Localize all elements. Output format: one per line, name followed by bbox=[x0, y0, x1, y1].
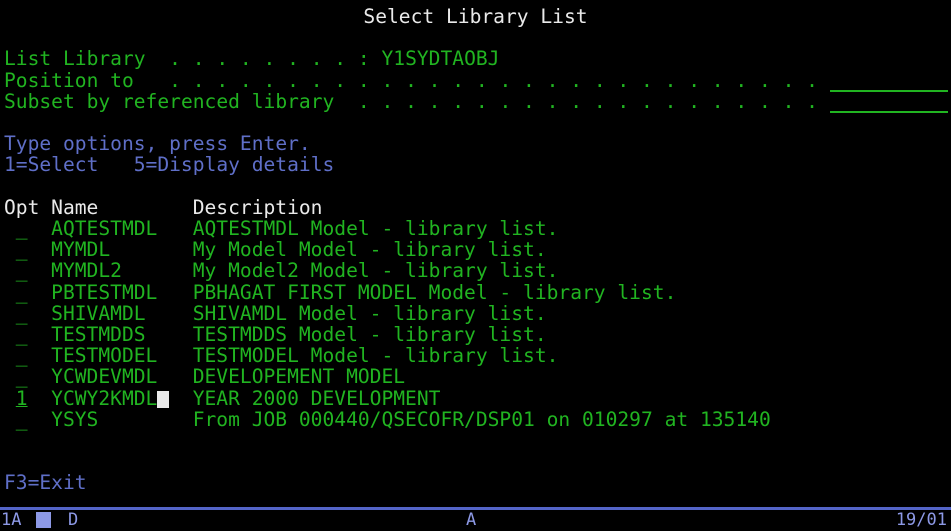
library-name-text: YCWY2KMDL bbox=[51, 387, 158, 410]
text-cursor bbox=[157, 391, 170, 408]
table-header: Opt Name Description bbox=[4, 197, 951, 218]
position-to-input[interactable] bbox=[829, 76, 948, 92]
library-description: TESTMODEL Model - library list. bbox=[192, 344, 559, 367]
opt-field[interactable]: 1 bbox=[4, 388, 51, 409]
table-row: _ PBTESTMDL PBHAGAT FIRST MODEL Model - li… bbox=[4, 282, 951, 303]
library-description: AQTESTMDL Model - library list. bbox=[192, 217, 559, 240]
table-row: _ MYMDL2 My Model2 Model - library list. bbox=[4, 260, 951, 281]
library-name: MYMDL2 bbox=[51, 259, 122, 282]
subset-input[interactable] bbox=[829, 97, 948, 113]
opt-field[interactable]: _ bbox=[4, 282, 51, 303]
subset-line: Subset by referenced library . . . . . .… bbox=[4, 91, 951, 113]
opt-field[interactable]: _ bbox=[4, 303, 51, 324]
opt-field[interactable]: _ bbox=[4, 239, 51, 260]
options-line: 1=Select 5=Display details bbox=[4, 154, 951, 175]
library-name: SHIVAMDL bbox=[51, 302, 146, 325]
subset-leader: . . . . . . . . . . . . . . . . . . . . bbox=[334, 90, 830, 113]
table-row: _ TESTMODEL TESTMODEL Model - library list… bbox=[4, 345, 951, 366]
library-description: YEAR 2000 DEVELOPMENT bbox=[192, 387, 441, 410]
library-description: DEVELOPEMENT MODEL bbox=[192, 365, 406, 388]
library-name: MYMDL bbox=[51, 238, 111, 261]
header-description: Description bbox=[192, 196, 323, 219]
oia-session-indicator: 1A bbox=[1, 510, 22, 530]
opt-field[interactable]: _ bbox=[4, 260, 51, 281]
library-description: TESTMDDS Model - library list. bbox=[192, 323, 547, 346]
table-row: _ SHIVAMDL SHIVAMDL Model - library list. bbox=[4, 303, 951, 324]
position-to-label: Position to bbox=[4, 69, 134, 92]
oia-indicator-d: D bbox=[68, 510, 79, 530]
opt-field[interactable]: _ bbox=[4, 218, 51, 239]
subset-label: Subset by referenced library bbox=[4, 90, 335, 113]
library-description: PBHAGAT FIRST MODEL Model - library list… bbox=[192, 281, 677, 304]
header-opt: Opt bbox=[4, 196, 40, 219]
library-description: My Model2 Model - library list. bbox=[192, 259, 559, 282]
opt-field[interactable]: _ bbox=[4, 409, 51, 430]
library-name: PBTESTMDL bbox=[51, 281, 158, 304]
table-row: _ AQTESTMDL AQTESTMDL Model - library list… bbox=[4, 218, 951, 239]
terminal-screen: Select Library List List Library . . . .… bbox=[0, 0, 951, 531]
opt-field[interactable]: _ bbox=[4, 366, 51, 387]
list-library-leader: . . . . . . . . : bbox=[145, 47, 382, 70]
library-name: TESTMDDS bbox=[51, 323, 146, 346]
opt-field[interactable]: _ bbox=[4, 345, 51, 366]
library-description: SHIVAMDL Model - library list. bbox=[192, 302, 547, 325]
table-row: _ YCWDEVMDL DEVELOPEMENT MODEL bbox=[4, 366, 951, 387]
library-name: YCWY2KMDL bbox=[51, 388, 193, 409]
list-library-label: List Library bbox=[4, 47, 146, 70]
position-to-leader: . . . . . . . . . . . . . . . . . . . . … bbox=[133, 69, 830, 92]
header-name: Name bbox=[51, 196, 99, 219]
position-to-line: Position to . . . . . . . . . . . . . . … bbox=[4, 70, 951, 92]
option-display-details: 5=Display details bbox=[133, 153, 335, 176]
table-row: _ YSYS From JOB 000440/QSECOFR/DSP01 on 01… bbox=[4, 409, 951, 430]
library-name: AQTESTMDL bbox=[51, 217, 158, 240]
opt-field[interactable]: _ bbox=[4, 324, 51, 345]
table-row-selected: 1 YCWY2KMDL YEAR 2000 DEVELOPMENT bbox=[4, 388, 951, 409]
library-description: From JOB 000440/QSECOFR/DSP01 on 010297 … bbox=[192, 408, 771, 431]
list-library-line: List Library . . . . . . . . : Y1SYDTAOB… bbox=[4, 48, 951, 69]
function-key-exit: F3=Exit bbox=[4, 471, 87, 494]
library-name: YCWDEVMDL bbox=[51, 365, 158, 388]
option-select: 1=Select bbox=[4, 153, 99, 176]
library-name: TESTMODEL bbox=[51, 344, 158, 367]
oia-keyboard-block-icon bbox=[36, 512, 51, 528]
table-row: _ TESTMDDS TESTMDDS Model - library list. bbox=[4, 324, 951, 345]
page-title: Select Library List bbox=[363, 5, 588, 28]
oia-indicator-a: A bbox=[466, 510, 477, 530]
instructions-text: Type options, press Enter. bbox=[4, 132, 311, 155]
library-name: YSYS bbox=[51, 408, 99, 431]
table-row: _ MYMDL My Model Model - library list. bbox=[4, 239, 951, 260]
oia-cursor-position: 19/01 bbox=[895, 510, 947, 530]
library-description: My Model Model - library list. bbox=[192, 238, 547, 261]
oia-status-bar: 1A D A 19/01 bbox=[0, 510, 951, 531]
list-library-value: Y1SYDTAOBJ bbox=[381, 47, 500, 70]
